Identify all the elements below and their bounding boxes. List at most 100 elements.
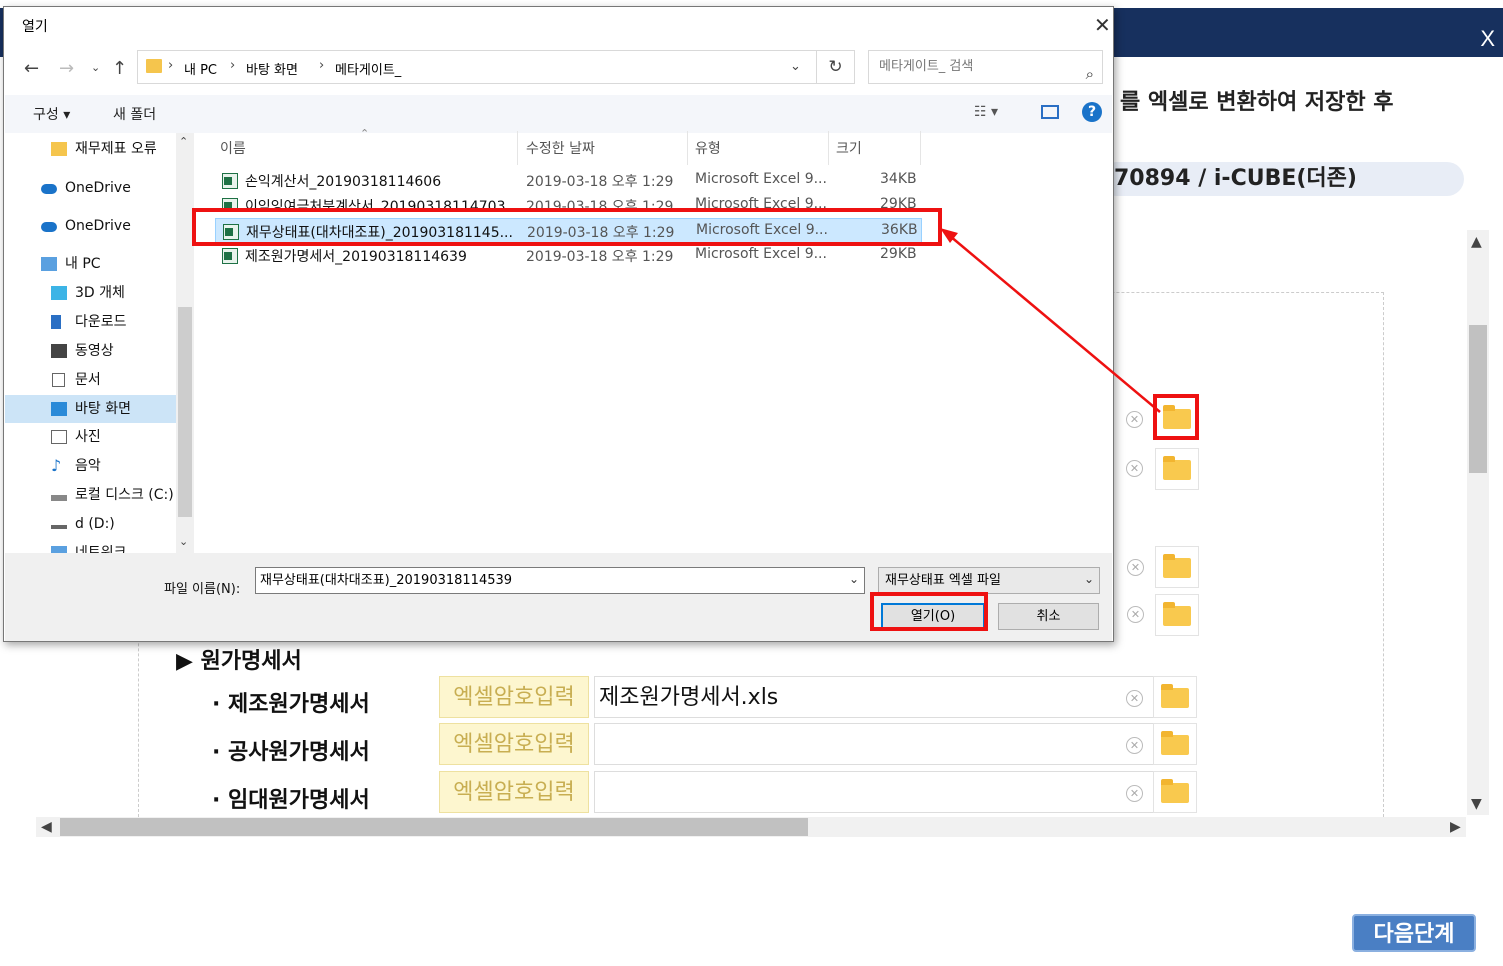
file-path-field[interactable]: 제조원가명세서.xls bbox=[594, 676, 1154, 718]
scroll-left-icon[interactable]: ◀ bbox=[41, 819, 52, 835]
file-row[interactable]: 이익잉여금처분계산서_20190318114703 2019-03-18 오후 … bbox=[215, 193, 922, 209]
view-options-icon[interactable]: ☷ ▾ bbox=[974, 104, 998, 120]
dialog-title: 열기 bbox=[22, 19, 48, 35]
file-path-field[interactable] bbox=[594, 771, 1154, 813]
column-header-name[interactable]: 이름 bbox=[220, 138, 246, 158]
nav-item[interactable]: 로컬 디스크 (C:) bbox=[5, 481, 176, 509]
breadcrumb-item[interactable]: 메타게이트_ bbox=[335, 59, 401, 78]
nav-item[interactable]: d (D:) bbox=[5, 510, 176, 538]
back-icon[interactable]: ← bbox=[24, 58, 39, 79]
file-row[interactable]: 제조원가명세서_20190318114639 2019-03-18 오후 1:2… bbox=[215, 243, 922, 268]
nav-item[interactable]: 내 PC bbox=[5, 250, 176, 278]
nav-item[interactable]: 문서 bbox=[5, 366, 176, 394]
nav-item[interactable]: ♪ 음악 bbox=[5, 452, 176, 480]
column-divider[interactable] bbox=[687, 131, 688, 165]
cancel-button[interactable]: 취소 bbox=[998, 603, 1099, 630]
file-name: 제조원가명세서_20190318114639 bbox=[245, 249, 467, 265]
clear-icon[interactable]: ✕ bbox=[1126, 411, 1143, 428]
column-header-size[interactable]: 크기 bbox=[836, 138, 862, 158]
organize-menu[interactable]: 구성 ▾ bbox=[33, 104, 70, 124]
up-icon[interactable]: ↑ bbox=[112, 58, 127, 79]
nav-item[interactable]: 동영상 bbox=[5, 337, 176, 365]
nav-item-label: 로컬 디스크 (C:) bbox=[75, 487, 174, 503]
column-header-type[interactable]: 유형 bbox=[695, 138, 721, 158]
excel-file-icon bbox=[222, 248, 238, 264]
chevron-down-icon[interactable]: ⌄ bbox=[849, 572, 859, 586]
scroll-up-icon[interactable]: ▲ bbox=[1471, 234, 1482, 250]
nav-item[interactable]: 재무제표 오류 bbox=[5, 135, 176, 163]
address-bar[interactable]: › 내 PC › 바탕 화면 › 메타게이트_ ⌄ bbox=[137, 50, 817, 84]
horizontal-scroll-thumb[interactable] bbox=[60, 818, 808, 836]
nav-item[interactable]: OneDrive bbox=[5, 174, 176, 202]
refresh-button[interactable]: ↻ bbox=[817, 50, 855, 84]
preview-pane-icon[interactable] bbox=[1041, 105, 1059, 119]
file-path-field[interactable] bbox=[594, 723, 1154, 765]
vertical-scroll-thumb[interactable] bbox=[1469, 325, 1487, 473]
search-input[interactable]: 메타게이트_ 검색 ⌕ bbox=[868, 50, 1103, 84]
chevron-down-icon[interactable]: ⌄ bbox=[790, 59, 801, 74]
excel-password-button[interactable]: 엑셀암호입력 bbox=[439, 723, 589, 765]
folder-icon bbox=[1163, 456, 1191, 480]
excel-password-button[interactable]: 엑셀암호입력 bbox=[439, 771, 589, 813]
forward-icon[interactable]: → bbox=[59, 58, 74, 79]
chevron-down-icon[interactable]: ⌄ bbox=[1084, 572, 1094, 586]
clear-icon[interactable]: ✕ bbox=[1126, 737, 1143, 754]
vertical-scrollbar[interactable] bbox=[1467, 230, 1489, 815]
filename-input[interactable]: 재무상태표(대차대조표)_20190318114539 bbox=[255, 567, 865, 594]
computer-icon bbox=[41, 257, 57, 271]
search-icon: ⌕ bbox=[1085, 65, 1094, 83]
nav-item[interactable]: 다운로드 bbox=[5, 308, 176, 336]
nav-item[interactable]: 사진 bbox=[5, 423, 176, 451]
folder-button[interactable] bbox=[1153, 676, 1197, 718]
column-divider[interactable] bbox=[828, 131, 829, 165]
folder-button[interactable] bbox=[1155, 448, 1199, 490]
dialog-close-button[interactable]: ✕ bbox=[1094, 13, 1111, 37]
column-divider[interactable] bbox=[920, 131, 921, 165]
clear-icon[interactable]: ✕ bbox=[1126, 690, 1143, 707]
highlight-folder-button bbox=[1153, 394, 1199, 440]
nav-item-label: 네트워크 bbox=[75, 545, 127, 553]
filetype-select[interactable]: 재무상태표 엑셀 파일 bbox=[878, 567, 1100, 594]
nav-item-label: 동영상 bbox=[75, 343, 114, 359]
nav-item[interactable]: 3D 개체 bbox=[5, 279, 176, 307]
column-header-date[interactable]: 수정한 날짜 bbox=[526, 138, 595, 158]
highlight-open-button bbox=[870, 592, 988, 631]
folder-button[interactable] bbox=[1155, 594, 1199, 636]
file-date: 2019-03-18 오후 1:29 bbox=[526, 174, 674, 190]
document-icon bbox=[52, 373, 65, 387]
column-divider[interactable] bbox=[517, 131, 518, 165]
clear-icon[interactable]: ✕ bbox=[1126, 785, 1143, 802]
clear-icon[interactable]: ✕ bbox=[1126, 460, 1143, 477]
chevron-up-icon[interactable]: ⌃ bbox=[179, 135, 188, 148]
nav-item-label: 3D 개체 bbox=[75, 285, 125, 301]
music-icon: ♪ bbox=[51, 456, 62, 475]
folder-button[interactable] bbox=[1153, 723, 1197, 765]
new-folder-button[interactable]: 새 폴더 bbox=[113, 104, 156, 124]
breadcrumb-item[interactable]: 바탕 화면 bbox=[246, 59, 298, 78]
row-label-manufacturing: · 제조원가명세서 bbox=[212, 692, 370, 717]
highlight-selected-file bbox=[192, 208, 942, 246]
excel-password-button[interactable]: 엑셀암호입력 bbox=[439, 676, 589, 718]
app-close-button[interactable]: X bbox=[1480, 26, 1495, 52]
nav-item-selected[interactable]: 바탕 화면 bbox=[5, 395, 176, 423]
next-step-button[interactable]: 다음단계 bbox=[1352, 914, 1476, 952]
help-icon[interactable]: ? bbox=[1082, 102, 1102, 122]
folder-button[interactable] bbox=[1153, 771, 1197, 813]
clear-icon[interactable]: ✕ bbox=[1127, 559, 1144, 576]
drive-icon bbox=[51, 495, 67, 501]
chevron-down-icon[interactable]: ⌄ bbox=[179, 535, 188, 548]
nav-item[interactable]: OneDrive bbox=[5, 212, 176, 240]
nav-scroll-thumb[interactable] bbox=[178, 307, 192, 517]
clear-icon[interactable]: ✕ bbox=[1127, 606, 1144, 623]
scroll-down-icon[interactable]: ▼ bbox=[1471, 796, 1482, 812]
nav-item[interactable]: 네트워크 bbox=[5, 539, 176, 553]
scroll-right-icon[interactable]: ▶ bbox=[1450, 819, 1461, 835]
chevron-right-icon: › bbox=[230, 58, 236, 73]
recent-dropdown-icon[interactable]: ⌄ bbox=[91, 61, 100, 74]
breadcrumb-item[interactable]: 내 PC bbox=[184, 59, 217, 78]
folder-icon bbox=[146, 59, 162, 73]
video-icon bbox=[51, 344, 67, 358]
filename-label: 파일 이름(N): bbox=[164, 582, 241, 597]
file-row[interactable]: 손익계산서_20190318114606 2019-03-18 오후 1:29 … bbox=[215, 168, 922, 193]
folder-button[interactable] bbox=[1155, 546, 1199, 588]
